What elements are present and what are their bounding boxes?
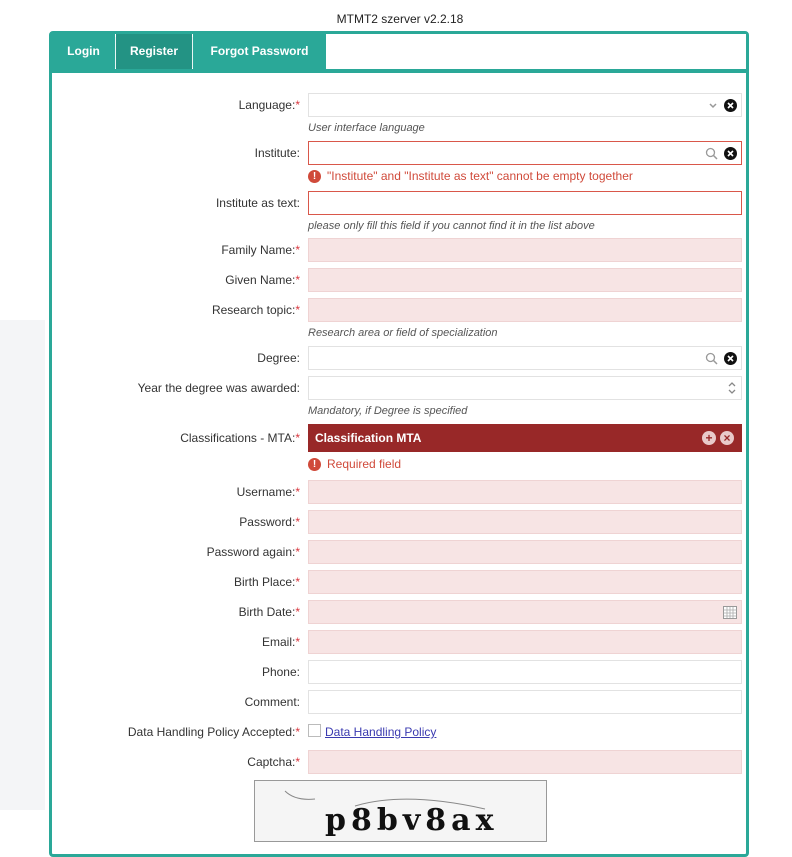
captcha-image: p8bv8ax [254, 780, 547, 842]
clear-icon[interactable] [724, 98, 737, 112]
classifications-error-text: Required field [327, 457, 402, 471]
given-name-label: Given Name:* [225, 273, 300, 287]
email-label: Email:* [261, 635, 300, 649]
tab-login[interactable]: Login [52, 34, 115, 69]
chevron-down-icon[interactable] [708, 100, 718, 110]
tab-forgot-password[interactable]: Forgot Password [193, 34, 326, 69]
language-select[interactable] [308, 93, 742, 117]
page-background-shade [0, 320, 45, 810]
remove-icon[interactable]: × [720, 431, 734, 445]
phone-label: Phone: [261, 665, 300, 679]
institute-text-hint: please only fill this field if you canno… [308, 220, 595, 232]
language-row: Language:* [52, 93, 746, 117]
username-label: Username:* [236, 485, 300, 499]
comment-label: Comment: [244, 695, 300, 709]
birth-date-row: Birth Date:* [52, 600, 746, 624]
classifications-error: ! Required field [308, 457, 401, 471]
birth-place-row: Birth Place:* [52, 570, 746, 594]
captcha-label: Captcha:* [247, 755, 300, 769]
institute-error-text: "Institute" and "Institute as text" cann… [327, 169, 633, 183]
password-label: Password:* [239, 515, 300, 529]
degree-input[interactable] [308, 346, 742, 370]
required-marker: * [295, 98, 300, 112]
calendar-icon[interactable] [723, 605, 737, 619]
research-topic-label: Research topic:* [211, 303, 300, 317]
birth-place-input[interactable] [308, 570, 742, 594]
research-topic-input[interactable] [308, 298, 742, 322]
clear-icon[interactable] [724, 146, 737, 160]
institute-input[interactable] [308, 141, 742, 165]
email-input[interactable] [308, 630, 742, 654]
institute-row: Institute: [52, 141, 746, 165]
language-hint: User interface language [308, 122, 425, 134]
clear-icon[interactable] [724, 351, 737, 365]
research-topic-hint: Research area or field of specialization [308, 327, 498, 339]
classification-item[interactable]: Classification MTA + × [308, 424, 742, 452]
search-icon[interactable] [705, 147, 718, 160]
birth-date-label: Birth Date:* [238, 605, 300, 619]
captcha-row: Captcha:* [52, 750, 746, 774]
birth-place-label: Birth Place:* [233, 575, 300, 589]
degree-row: Degree: [52, 346, 746, 370]
auth-panel: Login Register Forgot Password Language:… [49, 31, 749, 857]
comment-row: Comment: [52, 690, 746, 714]
captcha-text: p8bv8ax [325, 803, 499, 838]
language-label: Language:* [52, 93, 300, 117]
policy-checkbox[interactable] [308, 724, 321, 737]
classifications-row: Classifications - MTA:* Classification M… [52, 424, 746, 452]
captcha-input[interactable] [308, 750, 742, 774]
phone-input[interactable] [308, 660, 742, 684]
email-row: Email:* [52, 630, 746, 654]
password-input[interactable] [308, 510, 742, 534]
phone-row: Phone: [52, 660, 746, 684]
error-icon: ! [308, 457, 321, 471]
username-input[interactable] [308, 480, 742, 504]
policy-link[interactable]: Data Handling Policy [325, 720, 436, 744]
degree-year-hint: Mandatory, if Degree is specified [308, 405, 468, 417]
password-again-label: Password again:* [206, 545, 300, 559]
server-title: MTMT2 szerver v2.2.18 [336, 12, 464, 26]
institute-error: ! "Institute" and "Institute as text" ca… [308, 169, 633, 183]
family-name-row: Family Name:* [52, 238, 746, 262]
institute-text-label: Institute as text: [215, 196, 300, 210]
degree-year-row: Year the degree was awarded: [52, 376, 746, 400]
classifications-label: Classifications - MTA:* [180, 431, 300, 445]
language-label-text: Language: [238, 98, 296, 112]
institute-text-row: Institute as text: [52, 191, 746, 215]
add-icon[interactable]: + [702, 431, 716, 445]
policy-label: Data Handling Policy Accepted:* [127, 725, 300, 739]
given-name-input[interactable] [308, 268, 742, 292]
tab-bar: Login Register Forgot Password [52, 34, 746, 73]
degree-year-label: Year the degree was awarded: [137, 381, 300, 395]
research-topic-row: Research topic:* [52, 298, 746, 322]
password-again-row: Password again:* [52, 540, 746, 564]
given-name-row: Given Name:* [52, 268, 746, 292]
comment-input[interactable] [308, 690, 742, 714]
search-icon[interactable] [705, 352, 718, 365]
family-name-input[interactable] [308, 238, 742, 262]
institute-label: Institute: [254, 146, 300, 160]
spinner-icon[interactable] [727, 381, 737, 395]
degree-year-input[interactable] [308, 376, 742, 400]
degree-label: Degree: [257, 351, 300, 365]
policy-row: Data Handling Policy Accepted:* Data Han… [52, 720, 746, 744]
password-row: Password:* [52, 510, 746, 534]
tab-register[interactable]: Register [116, 34, 192, 69]
password-again-input[interactable] [308, 540, 742, 564]
birth-date-input[interactable] [308, 600, 742, 624]
username-row: Username:* [52, 480, 746, 504]
family-name-label: Family Name:* [221, 243, 300, 257]
classification-value: Classification MTA [315, 431, 422, 445]
institute-text-input[interactable] [308, 191, 742, 215]
error-icon: ! [308, 169, 321, 183]
